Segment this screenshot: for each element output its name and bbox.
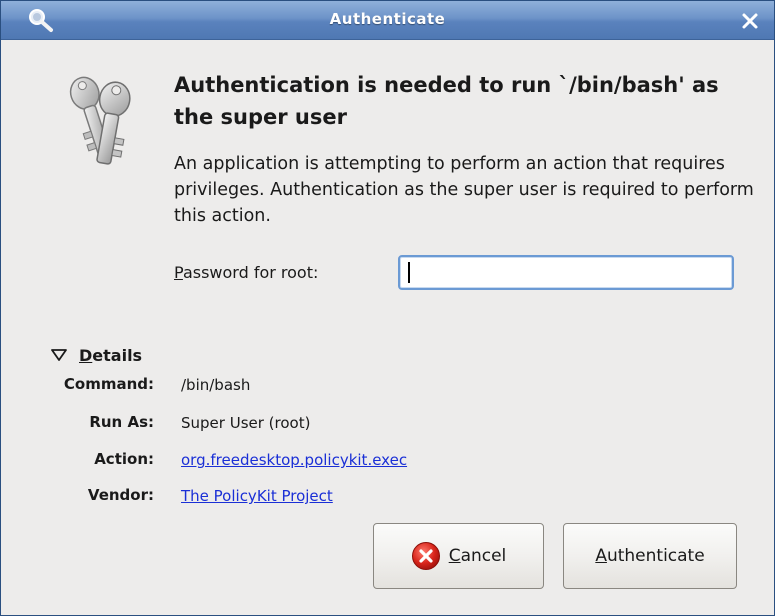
detail-value-run-as: Super User (root) xyxy=(181,414,311,432)
cancel-mnemonic: C xyxy=(448,546,461,566)
window-title: Authenticate xyxy=(329,10,446,28)
details-expander[interactable]: Details xyxy=(51,344,142,366)
cancel-x-icon xyxy=(411,542,440,570)
triangle-down-icon xyxy=(51,349,67,361)
dialog-description: An application is attempting to perform … xyxy=(174,154,754,226)
cancel-button[interactable]: Cancel xyxy=(373,523,544,589)
dialog-heading: Authentication is needed to run `/bin/ba… xyxy=(174,73,719,129)
password-label-mnemonic: P xyxy=(174,263,183,282)
text-caret xyxy=(408,262,410,283)
title-bar[interactable]: Authenticate xyxy=(1,1,774,40)
detail-label-run-as: Run As: xyxy=(89,413,154,431)
password-label-text: assword for root: xyxy=(182,263,319,282)
authenticate-mnemonic: A xyxy=(595,546,607,566)
detail-value-command: /bin/bash xyxy=(181,376,251,394)
close-icon[interactable] xyxy=(740,11,760,31)
detail-label-vendor: Vendor: xyxy=(87,486,154,504)
details-toggle-text: etails xyxy=(92,345,143,365)
keys-icon xyxy=(69,76,131,165)
vendor-link[interactable]: The PolicyKit Project xyxy=(181,487,333,505)
detail-label-command: Command: xyxy=(63,375,154,393)
password-input[interactable] xyxy=(398,255,734,290)
password-label: Password for root: xyxy=(174,263,318,282)
authenticate-button[interactable]: Authenticate xyxy=(563,523,737,589)
authenticate-dialog: Authenticate Authentication is needed to… xyxy=(0,0,775,616)
cancel-label: ancel xyxy=(460,546,507,566)
detail-label-action: Action: xyxy=(94,450,154,468)
details-toggle-mnemonic: D xyxy=(79,345,93,365)
authenticate-label: uthenticate xyxy=(606,546,705,566)
action-link[interactable]: org.freedesktop.policykit.exec xyxy=(181,451,407,469)
